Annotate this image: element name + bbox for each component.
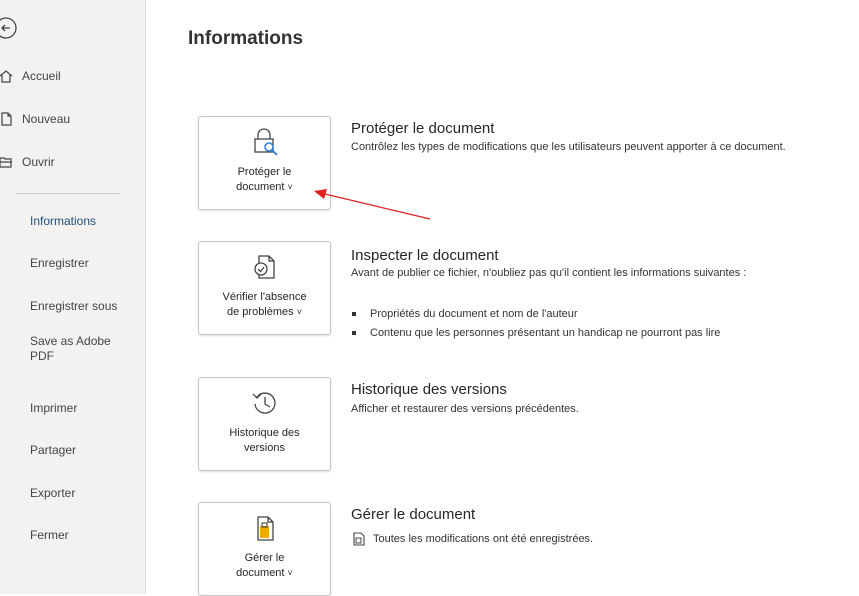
nav-item-exporter[interactable]: Exporter [30,486,142,501]
card-label-line2: document [236,181,285,193]
new-document-icon [0,111,14,127]
backstage-sidebar: Accueil Nouveau Ouvrir Informations Enre… [0,0,146,594]
nav-item-accueil[interactable]: Accueil [0,62,145,90]
inspect-description: Avant de publier ce fichier, n'oubliez p… [351,267,747,279]
card-label-line2: de problèmes [227,306,294,318]
list-item: Propriétés du document et nom de l'auteu… [351,305,720,324]
nav-item-imprimer[interactable]: Imprimer [30,401,142,416]
history-icon [250,388,280,418]
nav-item-fermer[interactable]: Fermer [30,528,142,543]
nav-label: Accueil [22,69,61,83]
chevron-down-icon: ˅ [287,568,293,578]
card-label-line1: Vérifier l'absence [222,291,307,303]
chevron-down-icon: ˅ [287,182,293,192]
home-icon [0,68,14,84]
card-label: Protéger le document ˅ [203,165,326,195]
saved-document-icon [352,532,366,546]
lock-search-icon [250,127,280,157]
card-label-line2: versions [244,442,285,454]
manage-heading: Gérer le document [351,506,476,523]
document-check-icon [250,252,280,282]
manage-document-button[interactable]: Gérer le document ˅ [198,502,331,596]
version-history-button[interactable]: Historique des versions [198,377,331,471]
card-label-line2: document [236,567,285,579]
nav-label: Ouvrir [22,155,55,169]
nav-label: Nouveau [22,112,71,126]
nav-item-save-as-adobe-pdf[interactable]: Save as Adobe PDF [30,334,115,364]
nav-divider [16,193,121,194]
nav-item-enregistrer-sous[interactable]: Enregistrer sous [30,299,142,314]
nav-item-partager[interactable]: Partager [30,443,142,458]
back-button[interactable] [0,16,18,40]
manage-description: Toutes les modifications ont été enregis… [373,533,594,545]
protect-heading: Protéger le document [351,120,495,137]
inspect-heading: Inspecter le document [351,247,499,264]
card-label: Vérifier l'absence de problèmes ˅ [203,290,326,320]
info-panel: Informations Protéger le document ˅ Prot… [146,0,859,596]
inspect-bullet-list: Propriétés du document et nom de l'auteu… [351,305,720,343]
card-label-line1: Protéger le [237,166,292,178]
chevron-down-icon: ˅ [296,307,302,317]
protect-document-button[interactable]: Protéger le document ˅ [198,116,331,210]
manage-document-icon [250,513,280,543]
nav-item-ouvrir[interactable]: Ouvrir [0,148,145,176]
card-label: Historique des versions [203,426,326,456]
card-label-line1: Gérer le [244,552,285,564]
versions-description: Afficher et restaurer des versions précé… [351,403,579,415]
back-arrow-icon [0,17,17,39]
nav-item-enregistrer[interactable]: Enregistrer [30,256,142,271]
protect-description: Contrôlez les types de modifications que… [351,141,786,153]
nav-item-nouveau[interactable]: Nouveau [0,105,145,133]
card-label: Gérer le document ˅ [203,551,326,581]
list-item: Contenu que les personnes présentant un … [351,324,720,343]
card-label-line1: Historique des [229,427,300,439]
versions-heading: Historique des versions [351,381,507,398]
open-folder-icon [0,154,14,170]
nav-item-informations[interactable]: Informations [30,214,142,229]
check-for-issues-button[interactable]: Vérifier l'absence de problèmes ˅ [198,241,331,335]
page-title: Informations [188,28,304,49]
